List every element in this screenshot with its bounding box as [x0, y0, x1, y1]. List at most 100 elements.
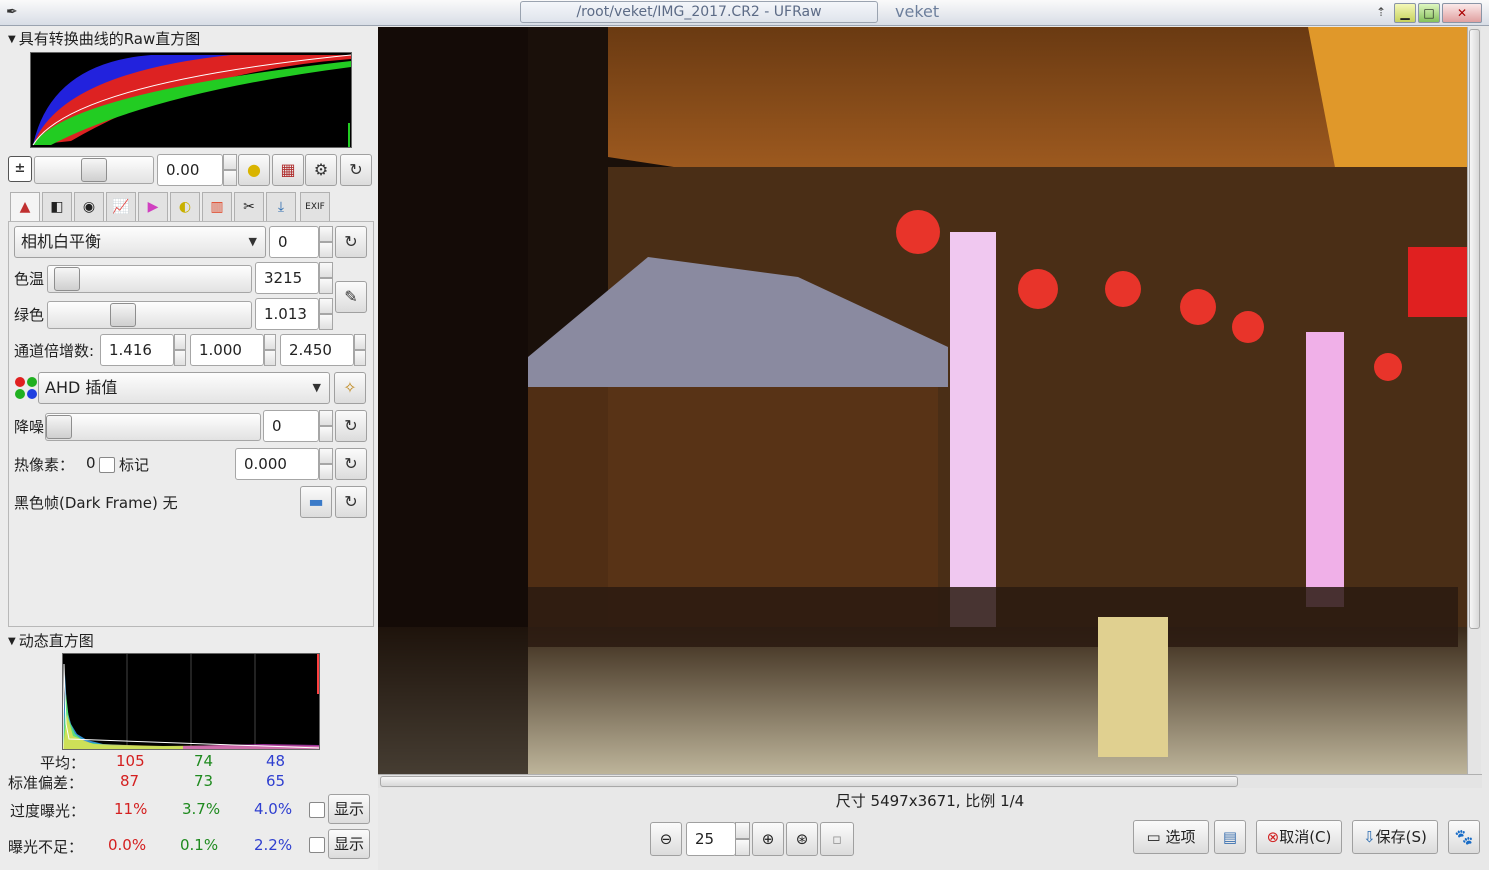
options-button[interactable]: ▭ 选项: [1133, 820, 1209, 854]
channel-multiplier-blue-stepper[interactable]: [354, 334, 366, 366]
channel-multiplier-green-up[interactable]: [264, 334, 276, 350]
denoise-slider-handle[interactable]: [46, 415, 72, 439]
exposure-step-down[interactable]: [223, 170, 237, 186]
hot-pixels-threshold-input[interactable]: 0.000: [235, 448, 319, 480]
tab-save-output-icon[interactable]: ⤓: [266, 192, 296, 222]
channel-multiplier-red-input[interactable]: 1.416: [100, 334, 174, 366]
tab-saturation-icon[interactable]: ▥: [202, 192, 232, 222]
exposure-stepper[interactable]: [223, 154, 237, 186]
green-stepper[interactable]: [319, 298, 333, 330]
app-icon[interactable]: ✒: [6, 4, 28, 22]
wb-reset-icon[interactable]: ↻: [335, 226, 367, 258]
channel-multiplier-green-input[interactable]: 1.000: [190, 334, 264, 366]
hot-pixels-reset-icon[interactable]: ↻: [335, 448, 367, 480]
temperature-stepper[interactable]: [319, 262, 333, 294]
send-to-gimp-button[interactable]: 🐾: [1448, 820, 1480, 854]
preview-vertical-scrollbar[interactable]: [1467, 27, 1481, 774]
save-label: 保存(S): [1375, 828, 1427, 846]
tab-color-management-icon[interactable]: ▶: [138, 192, 168, 222]
zoom-100-button[interactable]: ▫: [820, 822, 854, 856]
channel-multiplier-red-stepper[interactable]: [174, 334, 186, 366]
denoise-step-down[interactable]: [319, 426, 333, 442]
overexposed-show-checkbox[interactable]: [309, 802, 325, 818]
wb-fine-tune-up[interactable]: [319, 226, 333, 242]
zoom-in-button[interactable]: ⊕: [752, 822, 784, 856]
clip-highlights-icon[interactable]: ▦: [272, 154, 304, 186]
zoom-input[interactable]: 25: [686, 822, 750, 856]
zoom-step-down[interactable]: [735, 839, 750, 856]
dark-frame-reset-icon[interactable]: ↻: [335, 486, 367, 518]
temperature-step-up[interactable]: [319, 262, 333, 278]
temperature-slider[interactable]: [47, 265, 252, 293]
live-histogram: [62, 653, 320, 750]
wb-picker-eyedropper-icon[interactable]: ✎: [335, 281, 367, 313]
tab-lens-icon[interactable]: ◉: [74, 192, 104, 222]
green-slider-handle[interactable]: [110, 303, 136, 327]
wb-fine-tune-stepper[interactable]: [319, 226, 333, 258]
window-minimize-button[interactable]: ▁: [1394, 3, 1416, 23]
auto-exposure-bulb-icon[interactable]: ●: [238, 154, 270, 186]
green-step-up[interactable]: [319, 298, 333, 314]
exposure-settings-gears-icon[interactable]: ⚙: [305, 154, 337, 186]
interpolation-select[interactable]: AHD 插值 ▼: [38, 372, 330, 404]
cancel-button[interactable]: ⊗取消(C): [1256, 820, 1342, 854]
channel-multiplier-blue-down[interactable]: [354, 350, 366, 366]
denoise-input[interactable]: 0: [263, 410, 319, 442]
tab-crop-rotate-icon[interactable]: ✂: [234, 192, 264, 222]
tab-white-balance-icon[interactable]: ▲: [10, 192, 40, 224]
temperature-input[interactable]: 3215: [255, 262, 319, 294]
window-up-button[interactable]: ⇡: [1372, 3, 1390, 23]
wb-fine-tune-input[interactable]: 0: [269, 226, 319, 258]
white-balance-preset-select[interactable]: 相机白平衡 ▼: [14, 226, 266, 258]
green-input[interactable]: 1.013: [255, 298, 319, 330]
raw-histogram-expander[interactable]: ▼ 具有转换曲线的Raw直方图: [8, 28, 200, 49]
interpolation-clean-broom-icon[interactable]: ✧: [334, 372, 366, 404]
channel-multiplier-green-stepper[interactable]: [264, 334, 276, 366]
channel-multiplier-blue-input[interactable]: 2.450: [280, 334, 354, 366]
channel-multiplier-red-up[interactable]: [174, 334, 186, 350]
channel-multiplier-red-down[interactable]: [174, 350, 186, 366]
exposure-step-up[interactable]: [223, 154, 237, 170]
zoom-stepper[interactable]: [735, 822, 750, 856]
overexposed-show-button[interactable]: 显示: [328, 794, 370, 824]
wb-fine-tune-down[interactable]: [319, 242, 333, 258]
tab-color-correction-icon[interactable]: ◐: [170, 192, 200, 222]
tab-base-curve-icon[interactable]: 📈: [106, 192, 136, 222]
hot-pixels-stepper[interactable]: [319, 448, 333, 480]
exposure-slider[interactable]: [34, 156, 154, 184]
denoise-slider[interactable]: [45, 413, 261, 441]
exposure-reset-icon[interactable]: ↻: [340, 154, 372, 186]
temperature-slider-handle[interactable]: [54, 267, 80, 291]
green-slider[interactable]: [47, 301, 252, 329]
window-close-button[interactable]: ✕: [1442, 3, 1482, 23]
save-button[interactable]: ⇩保存(S): [1352, 820, 1438, 854]
tab-exif-icon[interactable]: EXIF: [300, 192, 330, 222]
hot-pixels-mark-checkbox[interactable]: [99, 457, 115, 473]
exposure-slider-handle[interactable]: [81, 158, 107, 182]
delete-icon: ▤: [1222, 828, 1238, 846]
image-preview[interactable]: [378, 27, 1467, 774]
denoise-reset-icon[interactable]: ↻: [335, 410, 367, 442]
denoise-stepper[interactable]: [319, 410, 333, 442]
exposure-input[interactable]: 0.00: [157, 154, 223, 186]
tab-grayscale-icon[interactable]: ◧: [42, 192, 72, 222]
green-step-down[interactable]: [319, 314, 333, 330]
zoom-fit-button[interactable]: ⊛: [786, 822, 818, 856]
underexposed-show-button[interactable]: 显示: [328, 829, 370, 859]
denoise-step-up[interactable]: [319, 410, 333, 426]
underexposed-show-checkbox[interactable]: [309, 837, 325, 853]
hot-pixels-step-up[interactable]: [319, 448, 333, 464]
channel-multiplier-green-down[interactable]: [264, 350, 276, 366]
live-histogram-expander[interactable]: ▼ 动态直方图: [8, 630, 94, 651]
zoom-step-up[interactable]: [735, 822, 750, 839]
horizontal-scroll-thumb[interactable]: [380, 776, 1238, 787]
vertical-scroll-thumb[interactable]: [1469, 29, 1480, 629]
temperature-step-down[interactable]: [319, 278, 333, 294]
dark-frame-open-folder-icon[interactable]: ▬: [300, 486, 332, 518]
hot-pixels-step-down[interactable]: [319, 464, 333, 480]
delete-button[interactable]: ▤: [1214, 820, 1246, 854]
zoom-out-button[interactable]: ⊖: [650, 822, 682, 856]
preview-horizontal-scrollbar[interactable]: [378, 774, 1482, 788]
channel-multiplier-blue-up[interactable]: [354, 334, 366, 350]
window-maximize-button[interactable]: □: [1418, 3, 1440, 23]
